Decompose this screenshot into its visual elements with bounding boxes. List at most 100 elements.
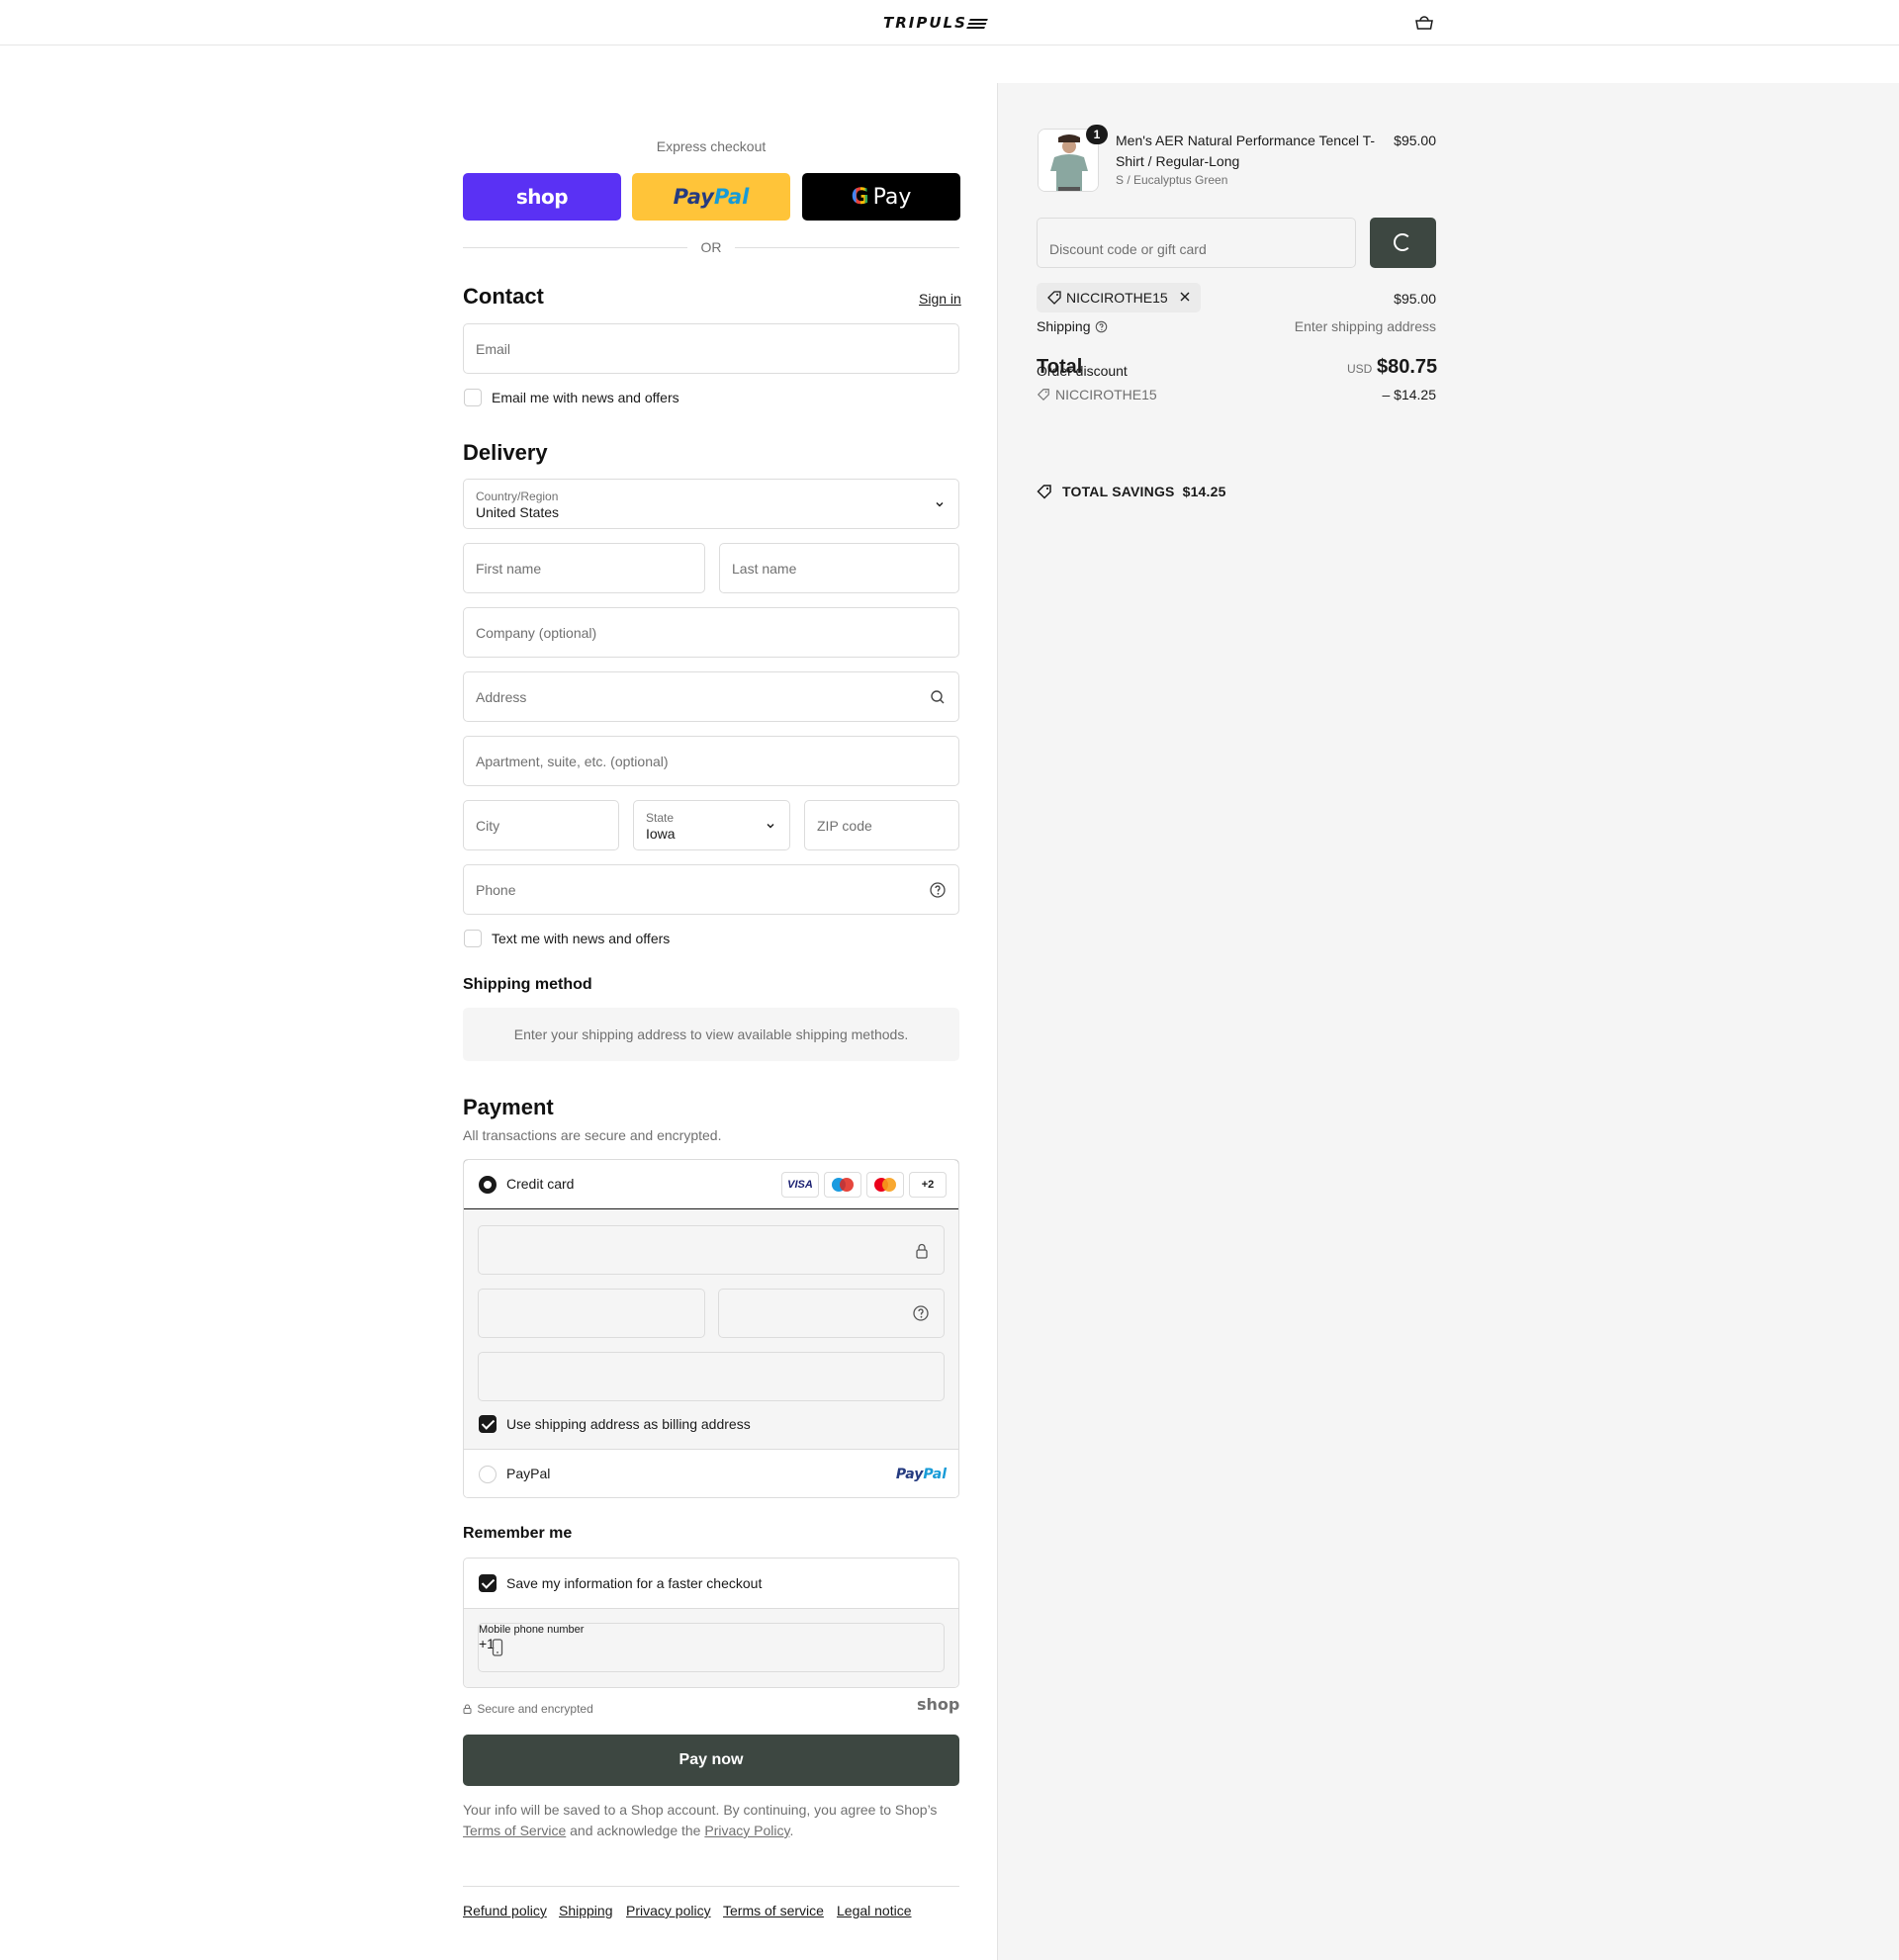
discount-amount: – $14.25 [1382,387,1437,402]
shop-pay-button[interactable]: shop [463,173,621,221]
help-icon[interactable] [1095,320,1108,333]
lock-icon [916,1243,928,1259]
state-select[interactable]: State Iowa [633,800,790,850]
country-select[interactable]: Country/Region United States [463,479,959,529]
email-news-checkbox[interactable] [464,389,482,406]
shipping-method-message: Enter your shipping address to view avai… [463,1008,959,1061]
savings-value: $14.25 [1182,484,1226,499]
state-value: Iowa [646,826,676,842]
zip-field[interactable] [804,800,959,850]
applied-code-label: NICCIROTHE15 [1066,290,1168,306]
email-field[interactable] [463,323,959,374]
shipping-link[interactable]: Shipping [559,1903,613,1918]
email-input[interactable] [464,324,958,373]
applied-discount-tag: NICCIROTHE15 [1037,283,1201,312]
save-info-label: Save my information for a faster checkou… [506,1575,763,1591]
billing-label: Use shipping address as billing address [506,1416,751,1432]
mobile-phone-value: +1 [479,1636,495,1651]
apartment-input[interactable] [464,737,958,785]
country-value: United States [476,504,560,520]
paypal-option-label: PayPal [506,1466,551,1481]
mobile-phone-field[interactable]: Mobile phone number +1 [478,1623,945,1672]
currency-label: USD [1347,362,1373,376]
shipping-label: Shipping [1037,318,1091,334]
shop-logo: shop [917,1695,960,1714]
product-price: $95.00 [1394,133,1436,148]
security-code-field[interactable] [718,1289,945,1338]
delivery-heading: Delivery [463,440,548,465]
address-input[interactable] [464,672,958,721]
discount-code-label: NICCIROTHE15 [1055,387,1157,402]
discount-input[interactable] [1038,219,1355,267]
card-number-field[interactable] [478,1225,945,1275]
contact-heading: Contact [463,284,544,309]
privacy-policy-link[interactable]: Privacy Policy [704,1823,789,1838]
paypal-label-pay: Pay [673,185,714,209]
first-name-field[interactable] [463,543,705,593]
total-savings: TOTAL SAVINGS $14.25 [1037,484,1226,499]
subtotal-value: $95.00 [1394,291,1436,307]
company-input[interactable] [464,608,958,657]
help-icon[interactable] [912,1304,930,1322]
city-field[interactable] [463,800,619,850]
tag-icon [1037,485,1051,499]
last-name-input[interactable] [720,544,958,592]
country-label: Country/Region [476,490,559,503]
mobile-phone-icon [492,1639,503,1656]
first-name-input[interactable] [464,544,704,592]
remember-me-heading: Remember me [463,1525,573,1542]
google-g-icon: G [851,184,869,210]
tag-icon [1037,389,1049,401]
email-news-label: Email me with news and offers [492,390,679,405]
paypal-button[interactable]: Pay Pal [632,173,790,221]
refund-policy-link[interactable]: Refund policy [463,1903,547,1918]
apartment-field[interactable] [463,736,959,786]
divider-line-right [735,247,959,248]
total-amount: $80.75 [1377,356,1438,378]
total-label: Total [1037,356,1083,378]
expiry-field[interactable] [478,1289,705,1338]
terms-of-service-footer-link[interactable]: Terms of service [723,1903,824,1918]
google-pay-button[interactable]: G Pay [802,173,960,221]
zip-input[interactable] [805,801,958,849]
paypal-label-pal: Pal [713,185,750,209]
phone-input[interactable] [464,865,958,914]
legal-notice-link[interactable]: Legal notice [837,1903,912,1918]
help-icon[interactable] [929,881,947,899]
text-news-checkbox[interactable] [464,930,482,947]
sign-in-link[interactable]: Sign in [919,291,961,307]
paypal-radio[interactable] [479,1466,497,1483]
cart-icon[interactable] [1414,14,1434,32]
terms-of-service-link[interactable]: Terms of Service [463,1823,566,1838]
state-label: State [646,811,675,825]
chevron-down-icon [767,824,774,829]
address-field[interactable] [463,671,959,722]
city-input[interactable] [464,801,618,849]
paypal-option[interactable]: PayPal PayPal [464,1449,958,1497]
credit-card-radio[interactable] [479,1176,497,1194]
privacy-policy-footer-link[interactable]: Privacy policy [626,1903,711,1918]
logo-bars [966,19,988,29]
name-on-card-field[interactable] [478,1352,945,1401]
store-logo[interactable]: TRIPULS [883,14,988,32]
maestro-icon [824,1172,861,1198]
billing-checkbox[interactable] [479,1415,497,1433]
close-icon[interactable] [1177,289,1193,305]
tag-icon [1047,291,1061,305]
legal-text-2: and acknowledge the [566,1823,705,1838]
company-field[interactable] [463,607,959,658]
shipping-value: Enter shipping address [1294,318,1436,334]
discount-field[interactable] [1037,218,1356,268]
last-name-field[interactable] [719,543,959,593]
credit-card-option[interactable]: Credit card VISA +2 [464,1160,958,1209]
apply-discount-button[interactable] [1370,218,1436,268]
paypal-logo-pay: Pay [895,1467,924,1482]
payment-heading: Payment [463,1095,554,1119]
pay-now-button[interactable]: Pay now [463,1735,959,1786]
save-info-checkbox[interactable] [479,1574,497,1592]
chevron-down-icon [936,502,944,507]
phone-field[interactable] [463,864,959,915]
order-summary-panel [997,83,1899,1960]
remember-me-box: Save my information for a faster checkou… [463,1558,959,1688]
legal-text-3: . [789,1823,794,1838]
